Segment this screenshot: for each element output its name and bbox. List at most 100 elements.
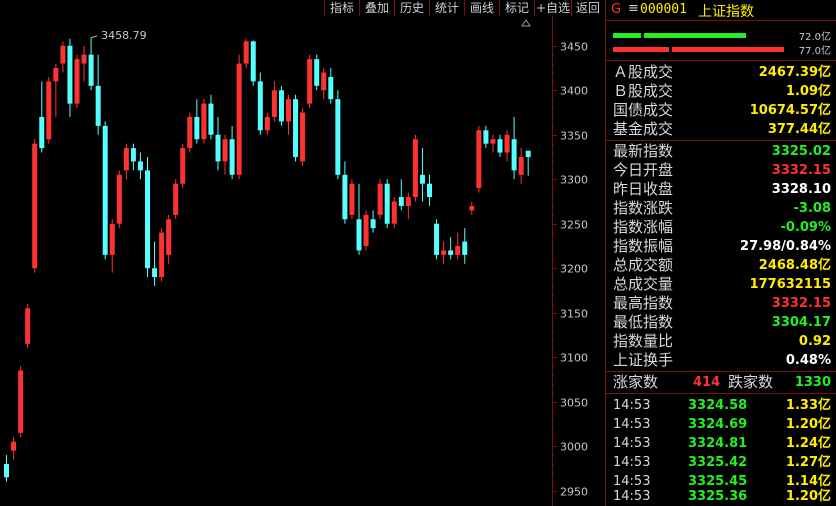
price-tick-label: 2950 [560,486,588,499]
kline-chart[interactable]: 3450 3400 3350 3300 3250 3200 3150 3100 3050 3000… [0,16,604,506]
price-tick-label: 3200 [560,263,588,276]
tick-amount: 1.20亿 [785,417,831,432]
stat-row: 总成交量 177632115 [606,275,836,294]
candle-body [300,112,306,162]
candle-body [490,139,496,144]
candle-body [427,183,432,198]
candle-body [384,183,390,224]
stat-label: 指数振幅 [613,237,674,255]
turnover-value: 377.44亿 [767,122,831,137]
candle-body [469,205,475,211]
candle-body [4,463,9,478]
tick-amount: 1.20亿 [785,489,831,504]
price-tick-label: 3450 [560,41,588,54]
candle-body [328,76,334,100]
candle-body [11,441,17,451]
tick-row: 14:53 3324.58 1.33亿 [606,396,836,415]
price-tick-label: 3300 [560,174,588,187]
candle-body [455,245,461,255]
history-button[interactable]: 历史 [394,0,429,16]
candle-body [377,183,383,215]
turnover-label: 基金成交 [613,120,674,138]
stat-value: 2468.48亿 [758,258,831,273]
candle-body [208,103,214,135]
candle-body [434,223,440,255]
back-button[interactable]: 返回 [571,0,604,16]
menu-icon[interactable]: ≡ [628,1,639,16]
stat-row: 总成交额 2468.48亿 [606,256,836,275]
add-watchlist-button[interactable]: +自选 [534,0,571,16]
candle-body [335,99,341,175]
candle-body [391,201,397,224]
candle-body [123,148,129,171]
price-tick-label: 3000 [560,441,588,454]
stat-label: 指数涨跌 [613,199,674,217]
turnover-value: 1.09亿 [785,84,831,99]
stat-label: 昨日收盘 [613,180,674,198]
candle-body [109,223,115,255]
market-breadth: 涨家数 414 跌家数 1330 [606,373,836,392]
candle-body [293,99,299,158]
stat-label: 总成交量 [613,275,674,293]
buy-power-value: 72.0亿 [798,32,831,43]
draw-line-button[interactable]: 画线 [464,0,499,16]
overlay-button[interactable]: 叠加 [359,0,394,16]
candle-body [441,250,447,255]
turnover-value: 2467.39亿 [758,65,831,80]
stat-value: 3332.15 [771,163,831,178]
candle-body [363,214,369,246]
stat-value: -0.09% [780,220,832,235]
indicator-button[interactable]: 指标 [324,0,359,16]
stock-name: 上证指数 [698,4,754,20]
up-count-label: 涨家数 [613,373,659,391]
candle-body [25,308,31,344]
tick-amount: 1.33亿 [785,398,831,413]
chart-toolbar: 指标 叠加 历史 统计 画线 标记 +自选 返回 [0,0,604,16]
stat-value: 27.98/0.84% [740,239,831,254]
tick-amount: 1.24亿 [785,436,831,451]
stat-row: 昨日收盘 3328.10 [606,180,836,199]
divider [606,60,836,61]
g-icon[interactable]: G [611,2,621,17]
candle-body [137,161,143,171]
candle-body [159,232,165,278]
candle-body [215,134,221,162]
stat-value: 177632115 [749,277,831,292]
candle-body [46,81,52,140]
price-tick-label: 3150 [560,308,588,321]
sell-power-value: 77.0亿 [798,46,831,57]
candle-body [194,116,200,140]
stat-label: 指数量比 [613,332,674,350]
candle-body [60,45,66,64]
candle-body [321,72,327,91]
candle-body [419,174,425,184]
candle-body [229,139,235,175]
candle-body [81,54,87,64]
candle-body [145,170,150,269]
up-count-value: 414 [693,375,721,390]
price-tick-label: 3350 [560,130,588,143]
divider [606,393,836,394]
collapse-icon [521,19,531,27]
tick-row: 14:53 3325.36 1.20亿 [606,487,836,506]
candle-body [462,241,468,255]
stat-label: 最高指数 [613,294,674,312]
candle-body [398,197,404,206]
tick-price: 3324.81 [688,436,748,451]
tick-price: 3324.69 [688,417,748,432]
stat-row: 最新指数 3325.02 [606,142,836,161]
high-marker-line [90,35,98,39]
mark-button[interactable]: 标记 [499,0,534,16]
candle-body [166,219,172,255]
candle-body [201,103,207,140]
candle-body [67,45,73,104]
tick-time: 14:53 [613,436,651,451]
candle-body [483,130,489,144]
candle-body [349,183,355,215]
stat-value: 3304.17 [771,315,831,330]
stat-row: 指数涨跌 -3.08 [606,199,836,218]
candle-body [116,174,122,224]
stat-label: 今日开盘 [613,161,674,179]
statistics-button[interactable]: 统计 [429,0,464,16]
candle-body [130,148,136,162]
